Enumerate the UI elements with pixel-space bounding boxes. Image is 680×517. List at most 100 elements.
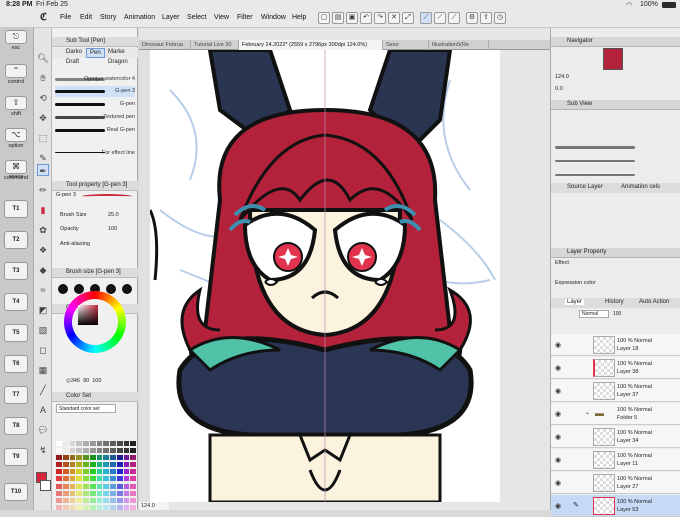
- control-key[interactable]: ⌃ control: [3, 64, 29, 85]
- color-swatch[interactable]: [76, 448, 82, 454]
- color-swatch[interactable]: [116, 483, 123, 489]
- eye-icon[interactable]: ◉: [555, 502, 561, 510]
- color-swatch[interactable]: [123, 476, 130, 482]
- color-swatch[interactable]: [123, 455, 130, 461]
- t5-key[interactable]: T5: [4, 324, 28, 342]
- t1-key[interactable]: T1: [4, 200, 28, 218]
- color-swatch[interactable]: [110, 490, 116, 496]
- color-swatch[interactable]: [89, 483, 96, 489]
- brush-item[interactable]: Textured pen: [55, 112, 135, 123]
- color-swatch[interactable]: [103, 483, 109, 489]
- doc-tab-active[interactable]: February 24.2022* (2559 x 2796px 300dpi …: [239, 40, 383, 50]
- color-swatch[interactable]: [69, 497, 76, 503]
- layer-row[interactable]: ◉ 100 % Normal Layer 38: [551, 357, 680, 379]
- eye-icon[interactable]: ◉: [555, 433, 561, 441]
- chevron-down-icon[interactable]: ⌄: [585, 409, 590, 416]
- color-swatch[interactable]: [110, 476, 116, 482]
- color-swatch[interactable]: [83, 441, 89, 446]
- color-swatch[interactable]: [96, 448, 103, 454]
- shift-key[interactable]: ⇧ shift: [3, 96, 29, 117]
- color-swatch[interactable]: [130, 504, 136, 510]
- color-swatch[interactable]: [62, 476, 69, 482]
- brush-item[interactable]: G-pen: [55, 99, 135, 110]
- color-swatch[interactable]: [69, 504, 76, 510]
- snap-grid-icon[interactable]: ⟋: [448, 12, 460, 24]
- color-swatch[interactable]: [62, 441, 69, 446]
- rotate-tool-icon[interactable]: ⟲: [37, 92, 49, 104]
- eye-icon[interactable]: ◉: [555, 410, 561, 418]
- layer-row-selected[interactable]: ◉ ✎ 100 % Normal Layer 53: [551, 495, 680, 517]
- sub-color-swatch[interactable]: [40, 480, 51, 491]
- ruler-tool-icon[interactable]: ╱: [37, 384, 49, 396]
- opacity-row[interactable]: Opacity 100: [60, 224, 136, 234]
- color-swatch[interactable]: [56, 497, 62, 503]
- color-swatch[interactable]: [83, 476, 89, 482]
- tab-history[interactable]: History: [605, 299, 624, 305]
- menu-edit[interactable]: Edit: [80, 14, 92, 21]
- tab-auto-action[interactable]: Auto Action: [639, 299, 669, 305]
- color-swatch[interactable]: [110, 455, 116, 461]
- t2-key[interactable]: T2: [4, 231, 28, 249]
- color-swatch[interactable]: [130, 497, 136, 503]
- pencil-tool-icon[interactable]: ✏: [37, 184, 49, 196]
- frame-tool-icon[interactable]: ▦: [37, 364, 49, 376]
- color-swatch[interactable]: [56, 476, 62, 482]
- color-swatch[interactable]: [116, 469, 123, 475]
- color-swatch[interactable]: [96, 476, 103, 482]
- color-swatch[interactable]: [56, 483, 62, 489]
- color-swatch[interactable]: [69, 441, 76, 446]
- eyedropper-tool-icon[interactable]: ✎: [37, 152, 49, 164]
- t4-key[interactable]: T4: [4, 293, 28, 311]
- color-swatch[interactable]: [56, 448, 62, 454]
- eye-icon[interactable]: ◉: [555, 456, 561, 464]
- hand-tool-icon[interactable]: ✋︎: [37, 72, 49, 84]
- color-swatch[interactable]: [76, 497, 82, 503]
- antialias-row[interactable]: Anti-aliasing: [60, 239, 136, 249]
- color-swatch[interactable]: [130, 455, 136, 461]
- menu-filter[interactable]: Filter: [237, 14, 253, 21]
- settings-icon[interactable]: ⚙: [466, 12, 478, 24]
- doc-tab[interactable]: Tutorial Live 20: [191, 40, 239, 50]
- color-swatch[interactable]: [130, 469, 136, 475]
- menu-layer[interactable]: Layer: [162, 14, 180, 21]
- color-swatch[interactable]: [56, 462, 62, 468]
- color-swatch[interactable]: [89, 504, 96, 510]
- color-swatch[interactable]: [89, 441, 96, 446]
- menu-select[interactable]: Select: [187, 14, 206, 21]
- layer-row[interactable]: ◉ 100 % Normal Layer 34: [551, 426, 680, 448]
- color-swatch[interactable]: [110, 504, 116, 510]
- decoration-tool-icon[interactable]: ❖: [37, 244, 49, 256]
- brush-item[interactable]: Opaque watercolor 4: [55, 74, 135, 85]
- color-swatch[interactable]: [56, 504, 62, 510]
- color-swatch[interactable]: [76, 490, 82, 496]
- color-swatch[interactable]: [96, 455, 103, 461]
- color-swatch[interactable]: [76, 504, 82, 510]
- layer-row[interactable]: ◉ 100 % Normal Layer 37: [551, 380, 680, 402]
- color-swatch[interactable]: [116, 476, 123, 482]
- color-swatch[interactable]: [116, 504, 123, 510]
- correct-line-tool-icon[interactable]: ↯: [37, 444, 49, 456]
- color-swatch[interactable]: [62, 504, 69, 510]
- layer-row[interactable]: ◉ 100 % Normal Layer 11: [551, 449, 680, 471]
- color-swatch[interactable]: [69, 469, 76, 475]
- color-swatch[interactable]: [116, 462, 123, 468]
- doc-tab[interactable]: Illustration5(Re: [429, 40, 489, 50]
- size-preset[interactable]: [122, 284, 132, 294]
- t3-key[interactable]: T3: [4, 262, 28, 280]
- color-swatch[interactable]: [110, 469, 116, 475]
- text-tool-icon[interactable]: A: [37, 404, 49, 416]
- color-swatch[interactable]: [116, 448, 123, 454]
- color-swatch[interactable]: [130, 483, 136, 489]
- t10-key[interactable]: T10: [4, 483, 28, 501]
- color-set-select[interactable]: Standard color set: [56, 404, 116, 413]
- color-swatch[interactable]: [123, 504, 130, 510]
- menu-help[interactable]: Help: [292, 14, 306, 21]
- color-swatch[interactable]: [89, 497, 96, 503]
- eye-icon[interactable]: ◉: [555, 387, 561, 395]
- option-key[interactable]: ⌥ option: [3, 128, 29, 149]
- t8-key[interactable]: T8: [4, 417, 28, 435]
- color-swatch[interactable]: [76, 483, 82, 489]
- menu-view[interactable]: View: [214, 14, 229, 21]
- color-set-swatches[interactable]: [56, 441, 136, 511]
- zoom-tool-icon[interactable]: 🔍︎: [37, 52, 49, 64]
